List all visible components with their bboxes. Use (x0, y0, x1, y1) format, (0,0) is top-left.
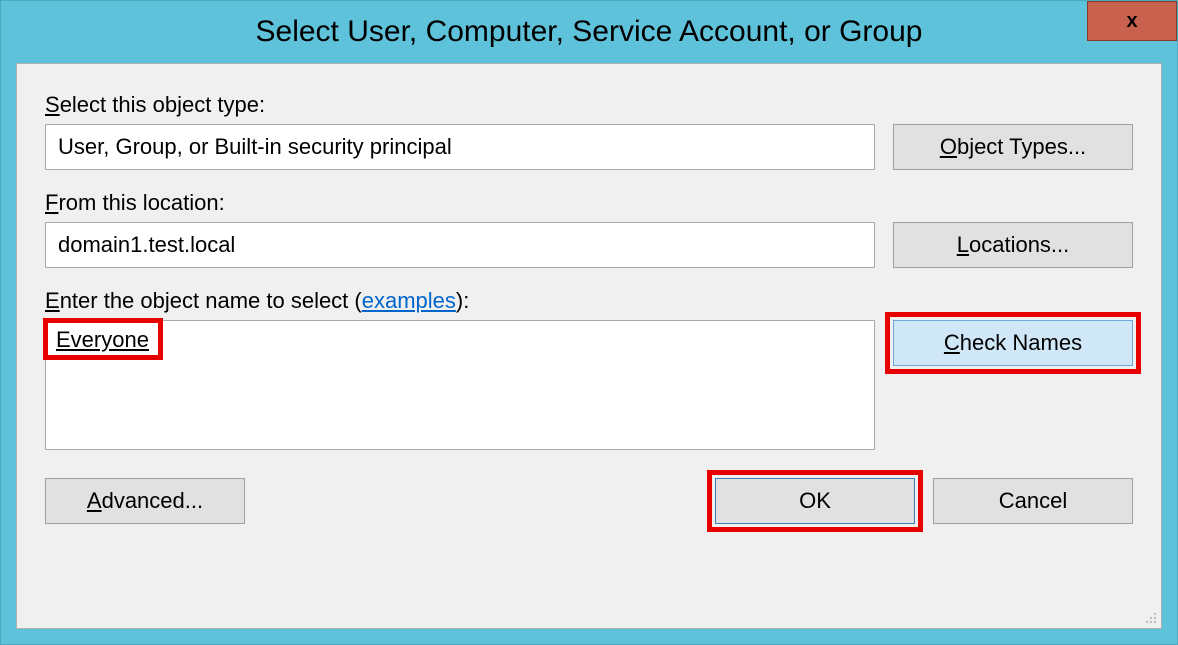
check-names-button[interactable]: Check Names (893, 320, 1133, 366)
object-name-label: Enter the object name to select (example… (45, 288, 1133, 314)
object-type-label: Select this object type: (45, 92, 1133, 118)
resize-grip-icon[interactable] (1141, 608, 1157, 624)
location-field: domain1.test.local (45, 222, 875, 268)
window-title: Select User, Computer, Service Account, … (256, 15, 923, 49)
dialog-window: Select User, Computer, Service Account, … (0, 0, 1178, 645)
titlebar: Select User, Computer, Service Account, … (1, 1, 1177, 63)
close-button[interactable]: x (1087, 1, 1177, 41)
object-name-input[interactable]: Everyone (45, 320, 875, 450)
locations-button[interactable]: Locations... (893, 222, 1133, 268)
ok-button[interactable]: OK (715, 478, 915, 524)
dialog-content: Select this object type: User, Group, or… (16, 63, 1162, 629)
location-label: From this location: (45, 190, 1133, 216)
object-types-button[interactable]: Object Types... (893, 124, 1133, 170)
advanced-button[interactable]: Advanced... (45, 478, 245, 524)
close-icon: x (1126, 10, 1137, 33)
object-type-field: User, Group, or Built-in security princi… (45, 124, 875, 170)
examples-link[interactable]: examples (362, 288, 456, 313)
cancel-button[interactable]: Cancel (933, 478, 1133, 524)
object-name-value: Everyone (56, 327, 149, 352)
